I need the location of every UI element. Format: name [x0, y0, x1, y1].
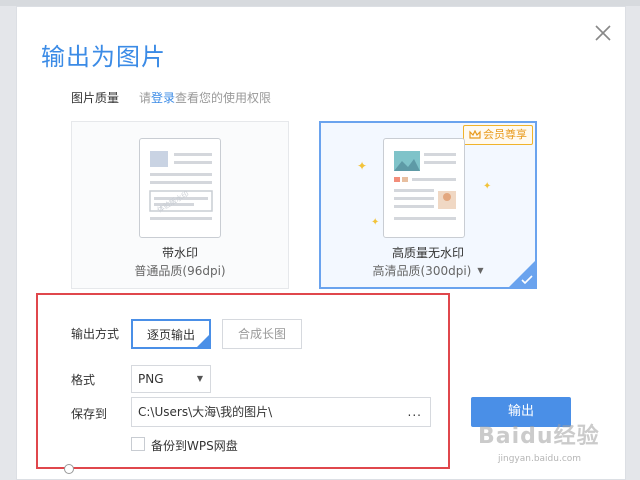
sparkle-icon: ✦ — [371, 217, 380, 228]
save-path-value: C:\Users\大海\我的图片\ — [138, 405, 273, 419]
save-to-label: 保存到 — [71, 407, 108, 421]
output-mode-per-page-label: 逐页输出 — [146, 328, 195, 342]
chevron-down-icon: ▼ — [477, 266, 484, 275]
quality-card-watermark[interactable]: 体验版水印 带水印 普通品质(96dpi) — [71, 121, 289, 289]
format-select-value: PNG — [138, 372, 164, 386]
format-label: 格式 — [71, 373, 96, 387]
close-icon — [595, 25, 611, 41]
vip-badge: 会员尊享 — [463, 125, 533, 145]
dropdown-arrow-icon: ▼ — [196, 374, 203, 383]
watermark-card-quality: 普通品质(96dpi) — [134, 264, 226, 278]
sparkle-icon: ✦ — [483, 181, 492, 192]
export-image-dialog: 输出为图片 图片质量 请登录查看您的使用权限 体验版水印 带水印 普通品质(96… — [16, 6, 626, 480]
save-path-input[interactable]: C:\Users\大海\我的图片\ ... — [131, 397, 431, 427]
output-mode-long-image-label: 合成长图 — [237, 327, 286, 341]
selected-corner-icon — [197, 335, 209, 347]
watermark-preview-thumbnail: 体验版水印 — [139, 138, 221, 238]
backup-checkbox-label: 备份到WPS网盘 — [151, 439, 238, 453]
output-mode-label: 输出方式 — [71, 327, 120, 341]
quality-label: 图片质量 — [71, 91, 120, 105]
bottom-handle-icon — [64, 464, 74, 474]
output-mode-long-image[interactable]: 合成长图 — [222, 319, 302, 349]
watermark-logo-text: Baidu经验 — [478, 424, 600, 449]
login-hint: 请登录查看您的使用权限 — [139, 89, 271, 106]
hq-preview-thumbnail — [383, 138, 465, 238]
sparkle-icon: ✦ — [357, 159, 368, 173]
selected-check-icon — [509, 261, 535, 287]
hq-card-quality-text: 高清品质(300dpi) — [372, 264, 472, 278]
hq-card-name: 高质量无水印 — [391, 246, 464, 260]
baidu-jingyan-watermark: Baidu经验 jingyan.baidu.com — [466, 418, 636, 476]
login-hint-prefix: 请 — [139, 91, 152, 105]
vip-badge-label: 会员尊享 — [483, 128, 527, 141]
quality-card-no-watermark[interactable]: 会员尊享 ✦ ✦ ✦ 高质量无水印 高清品质(300dpi) ▼ — [319, 121, 537, 289]
output-mode-per-page[interactable]: 逐页输出 — [131, 319, 211, 349]
hq-card-quality[interactable]: 高清品质(300dpi) ▼ — [321, 262, 535, 279]
browse-button[interactable]: ... — [408, 398, 422, 426]
dialog-title: 输出为图片 — [41, 43, 166, 71]
watermark-card-name: 带水印 — [161, 246, 198, 260]
format-select[interactable]: PNG ▼ — [131, 365, 211, 393]
watermark-url: jingyan.baidu.com — [498, 454, 582, 464]
crown-icon — [469, 128, 481, 146]
login-link[interactable]: 登录 — [151, 91, 175, 105]
login-hint-suffix: 查看您的使用权限 — [175, 91, 272, 105]
close-button[interactable] — [593, 23, 613, 43]
backup-checkbox[interactable] — [131, 437, 145, 451]
